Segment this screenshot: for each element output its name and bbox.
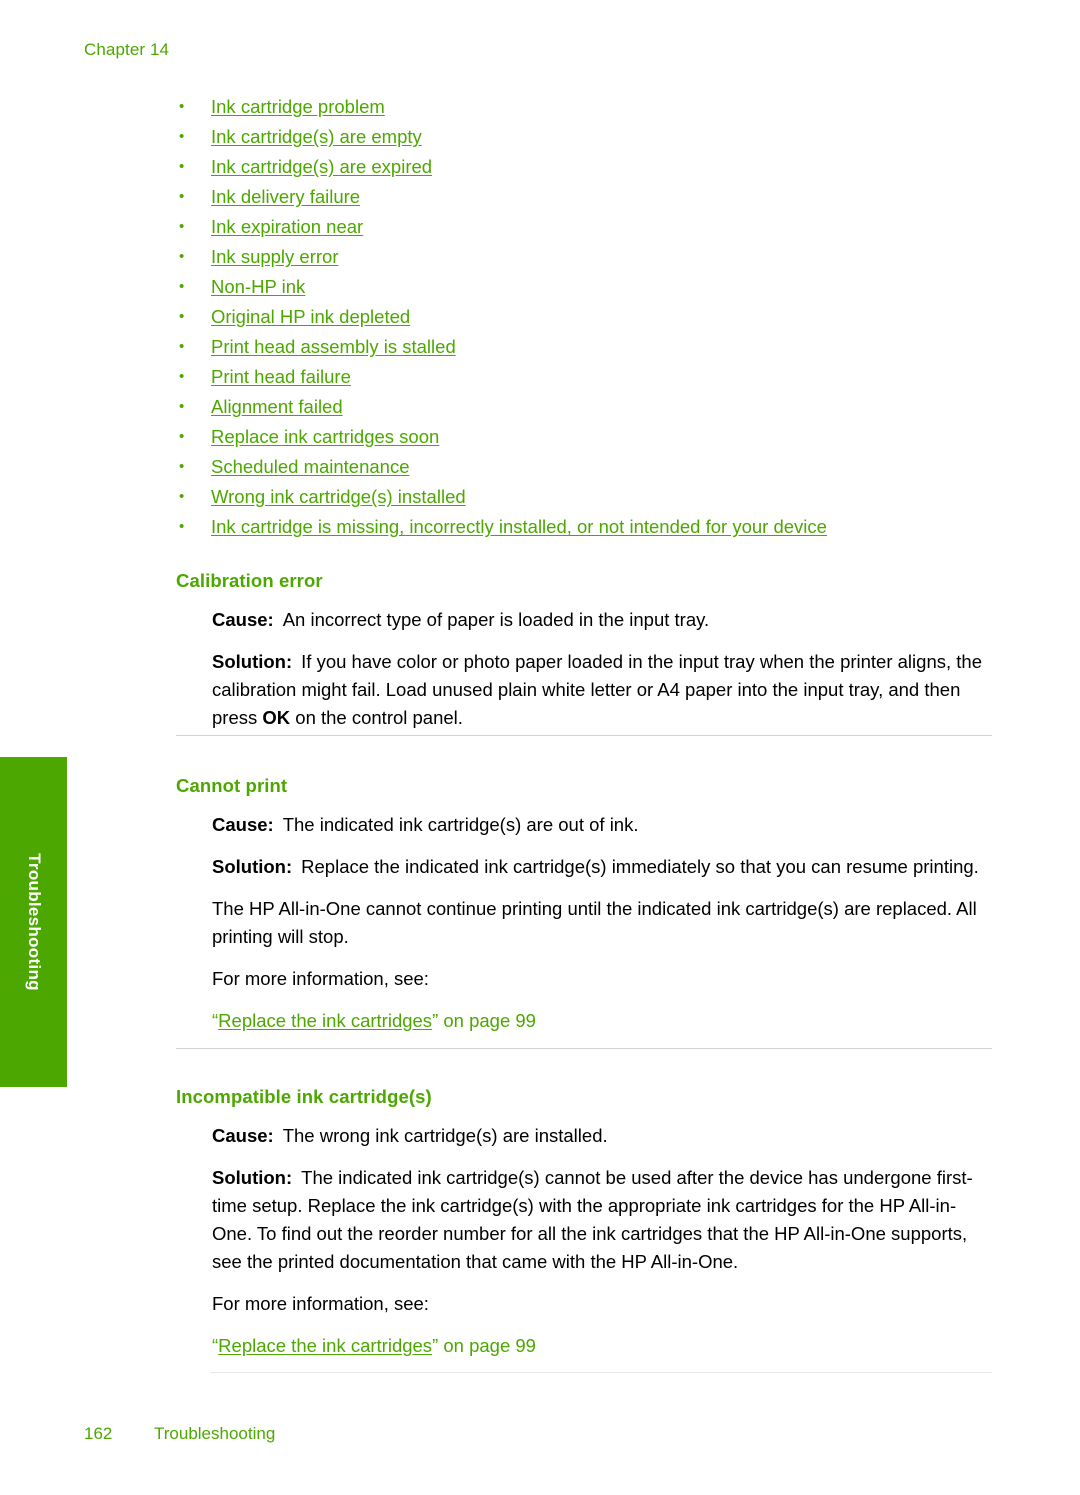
inline-toc-list: • Ink cartridge problem • Ink cartridge(… — [176, 92, 992, 542]
section-incompatible-ink-cartridges: Incompatible ink cartridge(s) Cause: The … — [176, 1086, 992, 1360]
xref-link[interactable]: Print head failure — [211, 362, 351, 392]
cause-paragraph: Cause: The indicated ink cartridge(s) are… — [212, 811, 992, 839]
list-item[interactable]: • Alignment failed — [176, 392, 992, 422]
extra-paragraph: The HP All-in-One cannot continue printi… — [212, 898, 977, 947]
solution-paragraph: Solution: If you have color or photo pape… — [212, 648, 992, 732]
solution-text: The indicated ink cartridge(s) cannot be… — [212, 1167, 973, 1272]
section-thumb-tab: Troubleshooting — [0, 757, 67, 1087]
bullet-icon: • — [179, 308, 185, 325]
list-item[interactable]: • Print head assembly is stalled — [176, 332, 992, 362]
solution-paragraph: Solution: Replace the indicated ink cartr… — [212, 853, 992, 881]
section-divider — [176, 735, 992, 736]
cross-reference-line[interactable]: “Replace the ink cartridges” on page 99 — [212, 1332, 992, 1360]
xref-link[interactable]: Print head assembly is stalled — [211, 332, 456, 362]
section-heading: Calibration error — [176, 570, 323, 591]
cause-text: The wrong ink cartridge(s) are installed… — [282, 1125, 608, 1146]
bullet-icon: • — [179, 188, 185, 205]
section-cannot-print: Cannot print Cause: The indicated ink car… — [176, 775, 992, 1035]
solution-label: Solution: — [212, 856, 293, 877]
solution-text-part2: on the control panel. — [290, 707, 463, 728]
section-heading: Incompatible ink cartridge(s) — [176, 1086, 432, 1107]
bullet-icon: • — [179, 158, 185, 175]
list-item[interactable]: • Ink delivery failure — [176, 182, 992, 212]
bullet-icon: • — [179, 428, 185, 445]
cause-label: Cause: — [212, 609, 274, 630]
list-item[interactable]: • Ink supply error — [176, 242, 992, 272]
section-divider — [176, 1048, 992, 1049]
list-item[interactable]: • Scheduled maintenance — [176, 452, 992, 482]
chapter-header: Chapter 14 — [84, 40, 170, 59]
xref-link[interactable]: Scheduled maintenance — [211, 452, 410, 482]
xref-link[interactable]: Original HP ink depleted — [211, 302, 410, 332]
xref-link[interactable]: Ink supply error — [211, 242, 339, 272]
footer-section-name: Troubleshooting — [154, 1424, 276, 1443]
cause-paragraph: Cause: The wrong ink cartridge(s) are ins… — [212, 1122, 992, 1150]
bullet-icon: • — [179, 248, 185, 265]
cause-label: Cause: — [212, 814, 274, 835]
section-thumb-tab-label: Troubleshooting — [24, 853, 44, 991]
xref-link[interactable]: Ink cartridge(s) are expired — [211, 152, 432, 182]
cause-paragraph: Cause: An incorrect type of paper is load… — [212, 606, 992, 634]
cause-text: An incorrect type of paper is loaded in … — [282, 609, 710, 630]
xref-link[interactable]: Alignment failed — [211, 392, 343, 422]
solution-paragraph: Solution: The indicated ink cartridge(s) … — [212, 1164, 992, 1276]
list-item[interactable]: • Ink cartridge problem — [176, 92, 992, 122]
list-item[interactable]: • Ink expiration near — [176, 212, 992, 242]
more-information-label: For more information, see: — [212, 968, 429, 989]
xref-link[interactable]: Wrong ink cartridge(s) installed — [211, 482, 466, 512]
list-item[interactable]: • Print head failure — [176, 362, 992, 392]
xref-link[interactable]: Ink expiration near — [211, 212, 363, 242]
list-item[interactable]: • Wrong ink cartridge(s) installed — [176, 482, 992, 512]
xref-link[interactable]: Replace the ink cartridges — [218, 1010, 432, 1031]
more-information-label: For more information, see: — [212, 1293, 429, 1314]
ok-key-emphasis: OK — [262, 707, 291, 728]
bullet-icon: • — [179, 98, 185, 115]
bullet-icon: • — [179, 458, 185, 475]
footer-page-number: 162 — [84, 1424, 113, 1443]
cause-text: The indicated ink cartridge(s) are out o… — [282, 814, 639, 835]
bullet-icon: • — [179, 278, 185, 295]
list-item[interactable]: • Ink cartridge is missing, incorrectly … — [176, 512, 992, 542]
solution-text: Replace the indicated ink cartridge(s) i… — [301, 856, 979, 877]
list-item[interactable]: • Ink cartridge(s) are expired — [176, 152, 992, 182]
list-item[interactable]: • Ink cartridge(s) are empty — [176, 122, 992, 152]
section-calibration-error: Calibration error Cause: An incorrect typ… — [176, 570, 992, 746]
xref-link[interactable]: Ink cartridge(s) are empty — [211, 122, 422, 152]
bullet-icon: • — [179, 518, 185, 535]
xref-link[interactable]: Ink cartridge problem — [211, 92, 385, 122]
list-item[interactable]: • Non-HP ink — [176, 272, 992, 302]
bullet-icon: • — [179, 338, 185, 355]
cause-label: Cause: — [212, 1125, 274, 1146]
section-heading: Cannot print — [176, 775, 288, 796]
xref-page-number: on page 99 — [438, 1335, 536, 1356]
solution-label: Solution: — [212, 1167, 293, 1188]
bullet-icon: • — [179, 218, 185, 235]
cross-reference-line[interactable]: “Replace the ink cartridges” on page 99 — [212, 1007, 992, 1035]
xref-link[interactable]: Ink cartridge is missing, incorrectly in… — [211, 512, 827, 542]
section-divider — [210, 1372, 992, 1373]
page-footer: 162 Troubleshooting — [84, 1424, 275, 1444]
bullet-icon: • — [179, 368, 185, 385]
bullet-icon: • — [179, 488, 185, 505]
solution-label: Solution: — [212, 651, 293, 672]
bullet-icon: • — [179, 398, 185, 415]
xref-link[interactable]: Ink delivery failure — [211, 182, 360, 212]
xref-link[interactable]: Non-HP ink — [211, 272, 305, 302]
bullet-icon: • — [179, 128, 185, 145]
list-item[interactable]: • Original HP ink depleted — [176, 302, 992, 332]
xref-page-number: on page 99 — [438, 1010, 536, 1031]
xref-link[interactable]: Replace the ink cartridges — [218, 1335, 432, 1356]
list-item[interactable]: • Replace ink cartridges soon — [176, 422, 992, 452]
xref-link[interactable]: Replace ink cartridges soon — [211, 422, 439, 452]
